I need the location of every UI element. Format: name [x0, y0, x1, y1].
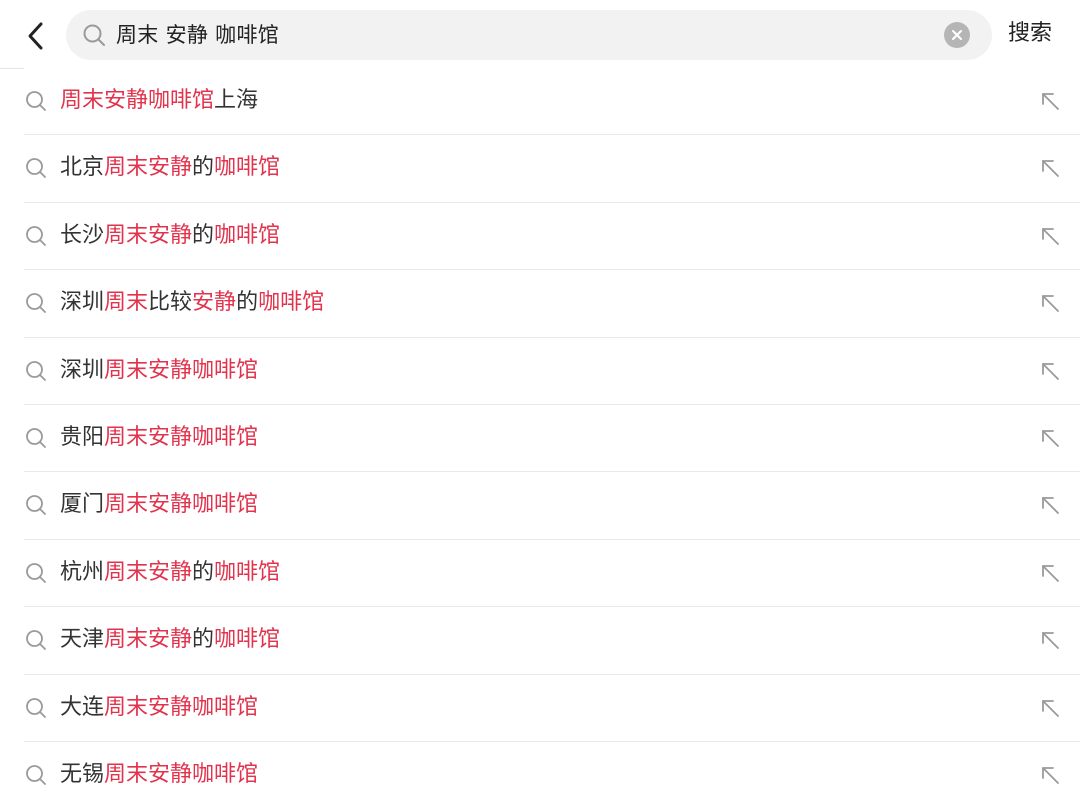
plain-text: 上海	[214, 88, 259, 113]
plain-text: 深圳	[60, 290, 105, 316]
plain-text: 天津	[60, 627, 105, 653]
arrow-up-left-icon[interactable]	[1036, 289, 1064, 317]
suggestion-item[interactable]: 厦门周末安静咖啡馆	[24, 472, 1080, 540]
arrow-up-left-icon[interactable]	[1036, 424, 1064, 452]
suggestion-text: 深圳周末比较安静的咖啡馆	[60, 270, 324, 336]
search-icon	[26, 293, 46, 314]
plain-text: 的	[192, 155, 215, 181]
arrow-up-left-icon[interactable]	[1036, 626, 1064, 654]
suggestion-text: 杭州周末安静的咖啡馆	[60, 540, 280, 606]
highlight-text: 安静	[192, 290, 237, 316]
highlight-text: 周末安静咖啡馆	[104, 761, 259, 787]
highlight-text: 咖啡馆	[258, 290, 325, 316]
highlight-text: 周末安静	[104, 559, 193, 585]
suggestion-item[interactable]: 天津周末安静的咖啡馆	[24, 607, 1080, 675]
search-icon	[83, 24, 105, 46]
clear-circle-icon	[952, 30, 962, 40]
highlight-text: 周末安静	[104, 155, 193, 181]
chevron-left-icon	[28, 22, 43, 50]
highlight-text: 咖啡馆	[214, 559, 281, 585]
suggestion-item[interactable]: 深圳周末安静咖啡馆	[24, 338, 1080, 405]
top-bar: 周末 安静 咖啡馆 搜索	[0, 0, 1080, 68]
plain-text: 北京	[60, 155, 105, 181]
highlight-text: 咖啡馆	[214, 222, 281, 248]
suggestion-list: 周末安静咖啡馆上海 北京周末安静的咖啡馆 长沙周末安静的咖啡馆 深圳周末比较安静的咖啡…	[0, 68, 1080, 809]
suggestion-item[interactable]: 贵阳周末安静咖啡馆	[24, 405, 1080, 473]
arrow-up-left-icon[interactable]	[1036, 357, 1064, 385]
highlight-text: 周末安静咖啡馆	[104, 357, 259, 383]
suggestion-text: 贵阳周末安静咖啡馆	[60, 405, 258, 471]
search-icon	[26, 697, 46, 718]
search-icon	[26, 562, 46, 583]
highlight-text: 周末	[104, 290, 149, 316]
suggestion-text: 厦门周末安静咖啡馆	[60, 472, 258, 538]
plain-text: 的	[192, 559, 215, 585]
search-icon	[26, 360, 46, 381]
search-box[interactable]: 周末 安静 咖啡馆	[66, 10, 992, 60]
plain-text: 深圳	[60, 357, 105, 383]
search-submit-button[interactable]: 搜索	[1008, 17, 1052, 51]
search-icon	[26, 91, 46, 111]
suggestion-text: 天津周末安静的咖啡馆	[60, 607, 280, 673]
highlight-text: 咖啡馆	[214, 155, 281, 181]
suggestion-text: 周末安静咖啡馆上海	[60, 68, 258, 134]
plain-text: 无锡	[60, 761, 105, 787]
suggestion-item[interactable]: 北京周末安静的咖啡馆	[24, 135, 1080, 203]
arrow-up-left-icon[interactable]	[1036, 87, 1064, 115]
highlight-text: 周末安静咖啡馆	[104, 492, 259, 518]
plain-text: 的	[192, 222, 215, 248]
plain-text: 贵阳	[60, 424, 105, 450]
suggestion-text: 北京周末安静的咖啡馆	[60, 135, 280, 201]
suggestion-item[interactable]: 周末安静咖啡馆上海	[24, 68, 1080, 136]
search-icon	[26, 765, 46, 785]
suggestion-item[interactable]: 长沙周末安静的咖啡馆	[24, 203, 1080, 271]
suggestion-text: 无锡周末安静咖啡馆	[60, 742, 258, 808]
highlight-text: 周末安静咖啡馆	[104, 424, 259, 450]
plain-text: 的	[236, 290, 259, 316]
search-icon	[26, 630, 46, 651]
suggestion-text: 大连周末安静咖啡馆	[60, 675, 258, 741]
suggestion-item[interactable]: 杭州周末安静的咖啡馆	[24, 540, 1080, 608]
search-icon	[26, 225, 46, 246]
arrow-up-left-icon[interactable]	[1036, 761, 1064, 789]
search-input[interactable]: 周末 安静 咖啡馆	[116, 10, 279, 60]
suggestion-item[interactable]: 深圳周末比较安静的咖啡馆	[24, 270, 1080, 338]
arrow-up-left-icon[interactable]	[1036, 694, 1064, 722]
plain-text: 长沙	[60, 222, 105, 248]
plain-text: 杭州	[60, 559, 105, 585]
search-icon	[26, 428, 46, 448]
suggestion-item[interactable]: 大连周末安静咖啡馆	[24, 675, 1080, 742]
arrow-up-left-icon[interactable]	[1036, 154, 1064, 182]
highlight-text: 周末安静咖啡馆	[104, 694, 259, 720]
plain-text: 厦门	[60, 492, 105, 518]
suggestion-text: 长沙周末安静的咖啡馆	[60, 203, 280, 269]
back-button[interactable]	[14, 14, 58, 58]
highlight-text: 咖啡馆	[214, 627, 281, 653]
arrow-up-left-icon[interactable]	[1036, 491, 1064, 519]
arrow-up-left-icon[interactable]	[1036, 559, 1064, 587]
highlight-text: 周末安静	[104, 222, 193, 248]
plain-text: 大连	[60, 694, 105, 720]
arrow-up-left-icon[interactable]	[1036, 222, 1064, 250]
suggestion-text: 深圳周末安静咖啡馆	[60, 338, 258, 404]
suggestion-item[interactable]: 无锡周末安静咖啡馆	[24, 742, 1080, 809]
plain-text: 比较	[148, 290, 193, 316]
plain-text: 的	[192, 627, 215, 653]
search-icon	[26, 158, 46, 179]
clear-button[interactable]	[944, 22, 970, 48]
highlight-text: 周末安静咖啡馆	[60, 88, 215, 113]
search-icon	[26, 495, 46, 516]
highlight-text: 周末安静	[104, 627, 193, 653]
